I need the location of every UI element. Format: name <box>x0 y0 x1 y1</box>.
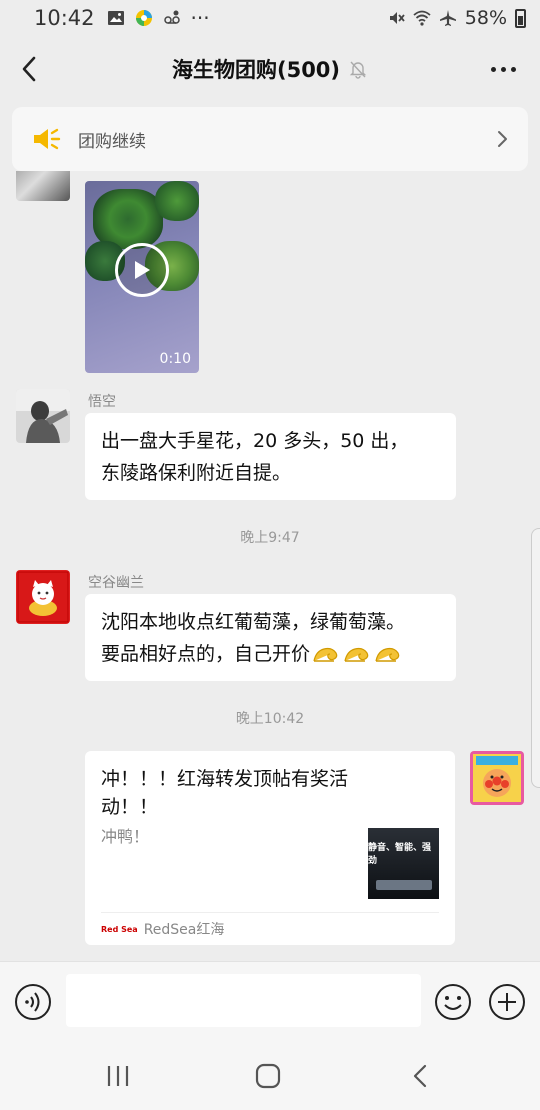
battery-percent: 58% <box>464 7 507 29</box>
image-icon <box>107 11 124 25</box>
message-line: 要品相好点的，自己开价 <box>101 643 311 665</box>
recents-icon <box>107 1066 129 1086</box>
voice-input-button[interactable] <box>14 983 52 1021</box>
dot-icon <box>500 66 506 72</box>
recent-apps-button[interactable] <box>98 1059 138 1093</box>
message-line: 东陵路保利附近自提。 <box>101 462 292 484</box>
speaker-icon <box>34 128 61 150</box>
message-line-with-emoji: 要品相好点的，自己开价 <box>101 638 440 670</box>
message-line: 沈阳本地收点红葡萄藻，绿葡萄藻。 <box>101 611 406 633</box>
link-thumb-text: 静音、智能、强劲 <box>368 843 432 866</box>
home-icon <box>255 1063 281 1089</box>
status-left-icons: ··· <box>107 6 210 30</box>
title-wrap: 海生物团购(500) <box>172 54 368 84</box>
plus-icon <box>489 984 525 1020</box>
app-icon <box>135 10 152 26</box>
chevron-left-icon <box>22 56 36 82</box>
divider <box>101 912 439 913</box>
emoji-icon <box>312 643 402 665</box>
sender-name: 空谷幽兰 <box>88 575 144 591</box>
muted-bell-icon <box>349 61 367 79</box>
chat-title: 海生物团购(500) <box>171 58 341 82</box>
edge-panel-handle[interactable] <box>531 528 540 788</box>
link-description: 冲鸭！ <box>101 827 150 846</box>
message-input[interactable] <box>66 974 421 1027</box>
link-title: 冲！！！红海转发顶帖有奖活动！！ <box>101 768 349 818</box>
emoji-button[interactable] <box>434 983 472 1021</box>
system-back-button[interactable] <box>400 1059 440 1093</box>
status-time: 10:42 <box>34 6 95 30</box>
dot-icon <box>490 66 496 72</box>
message-line: 出一盘大手星花，20 多头，50 出， <box>101 430 409 452</box>
status-bar: 10:42 ··· 58% <box>0 0 540 36</box>
airplane-icon <box>439 10 456 26</box>
battery-icon <box>515 8 526 28</box>
video-message[interactable]: 0:10 <box>85 181 199 373</box>
link-source-name: RedSea红海 <box>143 922 225 938</box>
dot-icon <box>510 66 516 72</box>
sender-name: 悟空 <box>88 394 116 410</box>
wifi-icon <box>413 10 431 26</box>
link-source: Red Sea RedSea红海 <box>101 919 224 939</box>
time-divider: 晚上10:42 <box>235 711 305 727</box>
system-nav-bar <box>0 1041 540 1110</box>
more-options-button[interactable] <box>486 56 520 82</box>
link-card-message[interactable]: 冲！！！红海转发顶帖有奖活动！！ 冲鸭！ 静音、智能、强劲 Red Sea Re… <box>85 751 455 945</box>
status-more-indicator: ··· <box>190 6 210 30</box>
message-bubble[interactable]: 沈阳本地收点红葡萄藻，绿葡萄藻。 要品相好点的，自己开价 <box>85 594 456 681</box>
smiley-icon <box>435 984 471 1020</box>
input-bar <box>0 961 540 1041</box>
voice-icon <box>15 984 51 1020</box>
time-divider: 晚上9:47 <box>240 530 300 546</box>
notice-text: 团购继续 <box>78 131 146 152</box>
more-functions-button[interactable] <box>488 983 526 1021</box>
chat-messages[interactable]: 0:10 悟空 出一盘大手星花，20 多头，50 出， 东陵路保利附近自提。 晚… <box>0 171 540 961</box>
my-avatar[interactable] <box>470 751 524 805</box>
video-duration: 0:10 <box>159 351 191 367</box>
redsea-logo-icon: Red Sea <box>101 924 138 934</box>
status-right: 58% <box>387 7 526 29</box>
avatar[interactable] <box>16 389 70 443</box>
chevron-right-icon <box>498 131 507 147</box>
group-notice-banner[interactable]: 团购继续 <box>12 107 528 171</box>
back-icon <box>413 1064 427 1088</box>
home-button[interactable] <box>248 1059 288 1093</box>
avatar[interactable] <box>16 171 70 201</box>
avatar[interactable] <box>16 570 70 624</box>
message-bubble[interactable]: 出一盘大手星花，20 多头，50 出， 东陵路保利附近自提。 <box>85 413 456 500</box>
link-thumbnail: 静音、智能、强劲 <box>368 828 439 899</box>
play-icon[interactable] <box>115 243 169 297</box>
back-button[interactable] <box>12 52 46 86</box>
chat-header: 海生物团购(500) <box>0 38 540 100</box>
voicemail-icon <box>163 10 180 24</box>
mute-icon <box>389 12 405 24</box>
